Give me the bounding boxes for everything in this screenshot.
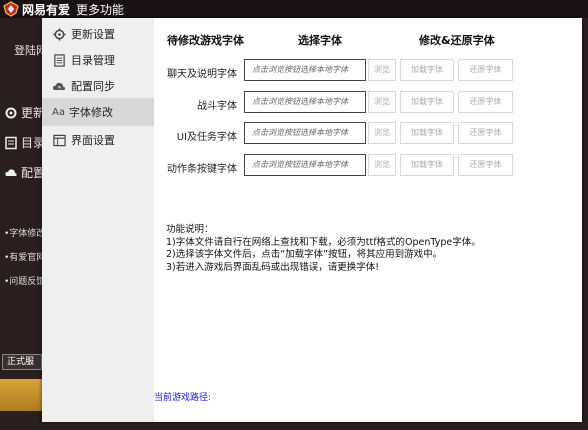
load-font-button-actionbar[interactable]: 加载字体 xyxy=(400,154,454,176)
list-icon xyxy=(52,53,66,67)
nav-label: 配置同步 xyxy=(71,80,115,93)
browse-button-ui[interactable]: 浏览 xyxy=(368,122,396,144)
more-features-dialog: 更新设置 目录管理 配置同步 Aa 字体修改 界面设置 待修改游戏字体 选择字体 xyxy=(42,18,582,422)
bg-note[interactable]: •问题反馈 xyxy=(4,274,45,287)
column-header-modify: 修改&还原字体 xyxy=(419,34,495,47)
row-label-ui: UI及任务字体 xyxy=(176,132,237,143)
browse-button-chat[interactable]: 浏览 xyxy=(368,59,396,81)
font-path-input-combat[interactable]: 点击浏览按钮选择本地字体 xyxy=(244,91,366,113)
font-path-input-chat[interactable]: 点击浏览按钮选择本地字体 xyxy=(244,59,366,81)
logo-gem-icon xyxy=(3,1,19,17)
window-title: 更多功能 xyxy=(76,2,125,17)
dialog-sidebar: 更新设置 目录管理 配置同步 Aa 字体修改 界面设置 xyxy=(42,18,154,422)
font-modify-panel: 待修改游戏字体 选择字体 修改&还原字体 聊天及说明字体 点击浏览按钮选择本地字… xyxy=(154,18,582,422)
nav-item-directory-management[interactable]: 目录管理 xyxy=(42,46,154,74)
bg-note[interactable]: •有爱官网 xyxy=(4,250,45,263)
row-label-actionbar: 动作条按键字体 xyxy=(167,164,237,175)
column-header-target: 待修改游戏字体 xyxy=(167,34,244,47)
server-select-button[interactable]: 正式服 xyxy=(2,354,42,370)
description-line: 2)选择该字体文件后，点击“加载字体”按钮，将其应用到游戏中。 xyxy=(166,249,443,260)
launch-button[interactable] xyxy=(0,379,42,411)
nav-label: 字体修改 xyxy=(68,106,113,119)
browse-button-combat[interactable]: 浏览 xyxy=(368,91,396,113)
gear-icon xyxy=(52,27,66,41)
description-line: 1)字体文件请自行在网络上查找和下载，必须为ttf格式的OpenType字体。 xyxy=(166,236,481,248)
app-logo: 网易有爱 xyxy=(0,0,70,18)
browse-button-actionbar[interactable]: 浏览 xyxy=(368,154,396,176)
load-font-button-ui[interactable]: 加载字体 xyxy=(400,122,454,144)
restore-font-button-chat[interactable]: 还原字体 xyxy=(458,59,513,81)
restore-font-button-combat[interactable]: 还原字体 xyxy=(458,91,513,113)
load-font-button-chat[interactable]: 加载字体 xyxy=(400,59,454,81)
nav-label: 界面设置 xyxy=(71,134,115,147)
titlebar: 网易有爱 更多功能 xyxy=(0,0,588,18)
cloud-icon xyxy=(5,168,17,176)
font-path-input-actionbar[interactable]: 点击浏览按钮选择本地字体 xyxy=(244,154,366,176)
game-path-label: 当前游戏路径: xyxy=(154,393,212,403)
logo-text: 网易有爱 xyxy=(22,2,71,17)
function-description: 功能说明： 1)字体文件请自行在网络上查找和下载，必须为ttf格式的OpenTy… xyxy=(166,224,481,274)
cloud-sync-icon xyxy=(52,79,66,93)
row-label-chat: 聊天及说明字体 xyxy=(167,69,237,80)
window-icon xyxy=(52,133,66,147)
font-icon: Aa xyxy=(52,106,65,118)
bg-menu-update[interactable]: 更新 xyxy=(4,104,45,121)
description-line: 3)若进入游戏后界面乱码或出现错误，请更换字体! xyxy=(166,261,380,273)
bg-note[interactable]: •字体修改 xyxy=(4,226,45,239)
row-label-combat: 战斗字体 xyxy=(197,101,237,112)
nav-item-ui-settings[interactable]: 界面设置 xyxy=(42,126,154,154)
list-icon xyxy=(5,136,17,149)
gear-icon xyxy=(5,107,17,118)
nav-item-font-modify[interactable]: Aa 字体修改 xyxy=(42,98,154,126)
font-path-input-ui[interactable]: 点击浏览按钮选择本地字体 xyxy=(244,122,366,144)
load-font-button-combat[interactable]: 加载字体 xyxy=(400,91,454,113)
nav-label: 目录管理 xyxy=(71,54,115,67)
nav-item-update-settings[interactable]: 更新设置 xyxy=(42,20,154,48)
nav-item-config-sync[interactable]: 配置同步 xyxy=(42,72,154,100)
restore-font-button-actionbar[interactable]: 还原字体 xyxy=(458,154,513,176)
restore-font-button-ui[interactable]: 还原字体 xyxy=(458,122,513,144)
description-title: 功能说明： xyxy=(166,224,214,235)
column-header-select: 选择字体 xyxy=(298,34,342,47)
bg-menu-config[interactable]: 配置 xyxy=(4,164,45,181)
bg-menu-directory[interactable]: 目录 xyxy=(4,134,45,151)
nav-label: 更新设置 xyxy=(71,28,115,41)
